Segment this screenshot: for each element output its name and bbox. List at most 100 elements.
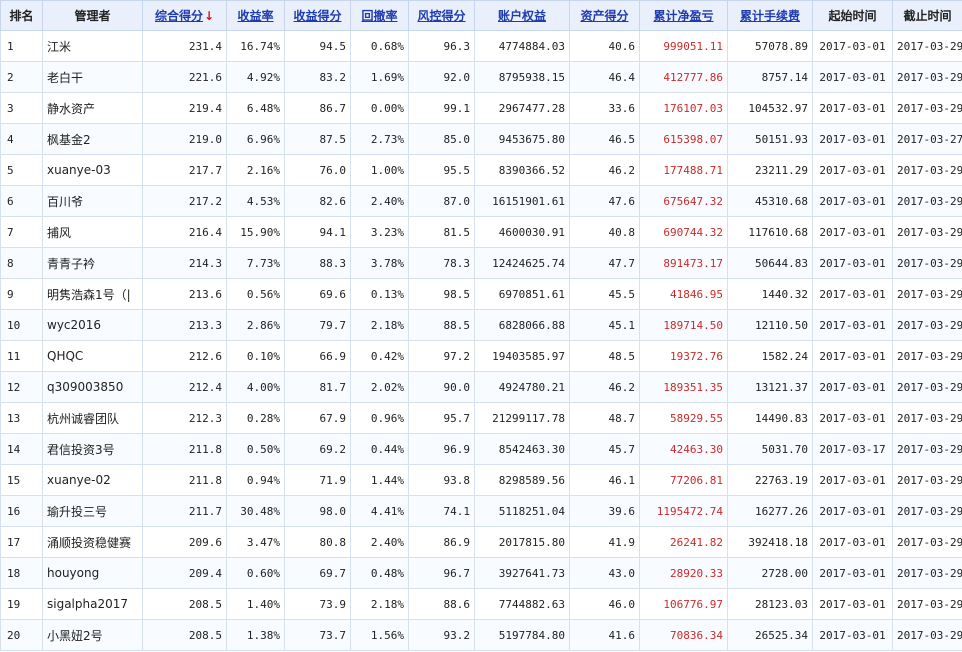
cell-rank: 6 [0, 185, 43, 217]
header-net-pnl[interactable]: 累计净盈亏 [639, 0, 728, 31]
cell-return-rate: 2.16% [226, 154, 285, 186]
cell-total-score: 219.0 [142, 123, 227, 155]
cell-fees: 8757.14 [727, 61, 813, 93]
table-body: 1 江米 231.4 16.74% 94.5 0.68% 96.3 4774884.03 40.… [0, 30, 962, 651]
sort-link-risk-score[interactable]: 风控得分 [417, 9, 465, 23]
cell-return-rate: 16.74% [226, 30, 285, 62]
cell-return-rate: 0.94% [226, 464, 285, 496]
header-manager: 管理者 [42, 0, 143, 31]
table-row: 14 君信投资3号 211.8 0.50% 69.2 0.44% 96.9 8542463.3… [0, 433, 962, 465]
cell-asset-score: 45.5 [569, 278, 640, 310]
cell-equity: 8795938.15 [474, 61, 570, 93]
cell-return-rate: 0.60% [226, 557, 285, 589]
cell-risk-score: 98.5 [408, 278, 475, 310]
cell-return-score: 69.7 [284, 557, 351, 589]
cell-net-pnl: 675647.32 [639, 185, 728, 217]
cell-rank: 13 [0, 402, 43, 434]
cell-rank: 1 [0, 30, 43, 62]
cell-net-pnl: 28920.33 [639, 557, 728, 589]
cell-manager: 青青子衿 [42, 247, 143, 279]
sort-link-drawdown[interactable]: 回撤率 [361, 9, 397, 23]
cell-rank: 15 [0, 464, 43, 496]
sort-link-net-pnl[interactable]: 累计净盈亏 [653, 9, 713, 23]
cell-fees: 23211.29 [727, 154, 813, 186]
cell-asset-score: 47.6 [569, 185, 640, 217]
cell-manager: q309003850 [42, 371, 143, 403]
cell-manager: 江米 [42, 30, 143, 62]
cell-start-date: 2017-03-01 [812, 30, 893, 62]
cell-fees: 117610.68 [727, 216, 813, 248]
cell-risk-score: 96.7 [408, 557, 475, 589]
cell-rank: 11 [0, 340, 43, 372]
sort-link-return-rate[interactable]: 收益率 [237, 9, 273, 23]
cell-net-pnl: 42463.30 [639, 433, 728, 465]
cell-return-rate: 0.10% [226, 340, 285, 372]
table-row: 10 wyc2016 213.3 2.86% 79.7 2.18% 88.5 6828066.… [0, 309, 962, 341]
header-return-score[interactable]: 收益得分 [284, 0, 351, 31]
table-row: 11 QHQC 212.6 0.10% 66.9 0.42% 97.2 19403585.97… [0, 340, 962, 372]
cell-fees: 50151.93 [727, 123, 813, 155]
cell-asset-score: 46.0 [569, 588, 640, 620]
table-row: 5 xuanye-03 217.7 2.16% 76.0 1.00% 95.5 8390366… [0, 154, 962, 186]
cell-risk-score: 97.2 [408, 340, 475, 372]
sort-link-equity[interactable]: 账户权益 [498, 9, 546, 23]
cell-equity: 8542463.30 [474, 433, 570, 465]
cell-asset-score: 41.6 [569, 619, 640, 651]
cell-start-date: 2017-03-01 [812, 464, 893, 496]
cell-return-score: 88.3 [284, 247, 351, 279]
cell-risk-score: 86.9 [408, 526, 475, 558]
cell-drawdown: 0.48% [350, 557, 409, 589]
cell-end-date: 2017-03-29 [892, 185, 962, 217]
sort-link-total-score[interactable]: 综合得分 [155, 9, 203, 23]
cell-end-date: 2017-03-29 [892, 61, 962, 93]
cell-total-score: 211.8 [142, 464, 227, 496]
cell-return-score: 79.7 [284, 309, 351, 341]
cell-fees: 12110.50 [727, 309, 813, 341]
cell-risk-score: 99.1 [408, 92, 475, 124]
cell-return-rate: 4.53% [226, 185, 285, 217]
cell-risk-score: 78.3 [408, 247, 475, 279]
header-risk-score[interactable]: 风控得分 [408, 0, 475, 31]
cell-asset-score: 45.7 [569, 433, 640, 465]
cell-return-rate: 6.48% [226, 92, 285, 124]
cell-total-score: 217.7 [142, 154, 227, 186]
cell-start-date: 2017-03-01 [812, 216, 893, 248]
cell-equity: 4600030.91 [474, 216, 570, 248]
cell-start-date: 2017-03-01 [812, 61, 893, 93]
cell-start-date: 2017-03-01 [812, 92, 893, 124]
cell-rank: 8 [0, 247, 43, 279]
cell-manager: wyc2016 [42, 309, 143, 341]
sort-link-return-score[interactable]: 收益得分 [293, 9, 341, 23]
cell-return-score: 69.2 [284, 433, 351, 465]
cell-manager: 明隽浩森1号（| [42, 278, 143, 310]
cell-manager: xuanye-03 [42, 154, 143, 186]
cell-manager: xuanye-02 [42, 464, 143, 496]
header-asset-score[interactable]: 资产得分 [569, 0, 640, 31]
sort-link-asset-score[interactable]: 资产得分 [580, 9, 628, 23]
header-fees[interactable]: 累计手续费 [727, 0, 813, 31]
cell-return-rate: 4.92% [226, 61, 285, 93]
cell-total-score: 208.5 [142, 588, 227, 620]
header-equity[interactable]: 账户权益 [474, 0, 570, 31]
cell-equity: 5118251.04 [474, 495, 570, 527]
cell-rank: 20 [0, 619, 43, 651]
sort-link-fees[interactable]: 累计手续费 [740, 9, 800, 23]
header-drawdown[interactable]: 回撤率 [350, 0, 409, 31]
cell-total-score: 231.4 [142, 30, 227, 62]
cell-manager: 瑜升投三号 [42, 495, 143, 527]
ranking-table: 排名 管理者 综合得分↓ 收益率 收益得分 回撤率 风控得分 账户权益 资产得分… [0, 0, 962, 651]
cell-fees: 28123.03 [727, 588, 813, 620]
cell-total-score: 216.4 [142, 216, 227, 248]
cell-net-pnl: 690744.32 [639, 216, 728, 248]
cell-end-date: 2017-03-29 [892, 464, 962, 496]
cell-fees: 13121.37 [727, 371, 813, 403]
cell-manager: 君信投资3号 [42, 433, 143, 465]
header-return-rate[interactable]: 收益率 [226, 0, 285, 31]
cell-equity: 6970851.61 [474, 278, 570, 310]
header-total-score[interactable]: 综合得分↓ [142, 0, 227, 31]
cell-equity: 5197784.80 [474, 619, 570, 651]
cell-end-date: 2017-03-29 [892, 247, 962, 279]
cell-end-date: 2017-03-29 [892, 402, 962, 434]
cell-return-rate: 4.00% [226, 371, 285, 403]
cell-drawdown: 0.42% [350, 340, 409, 372]
